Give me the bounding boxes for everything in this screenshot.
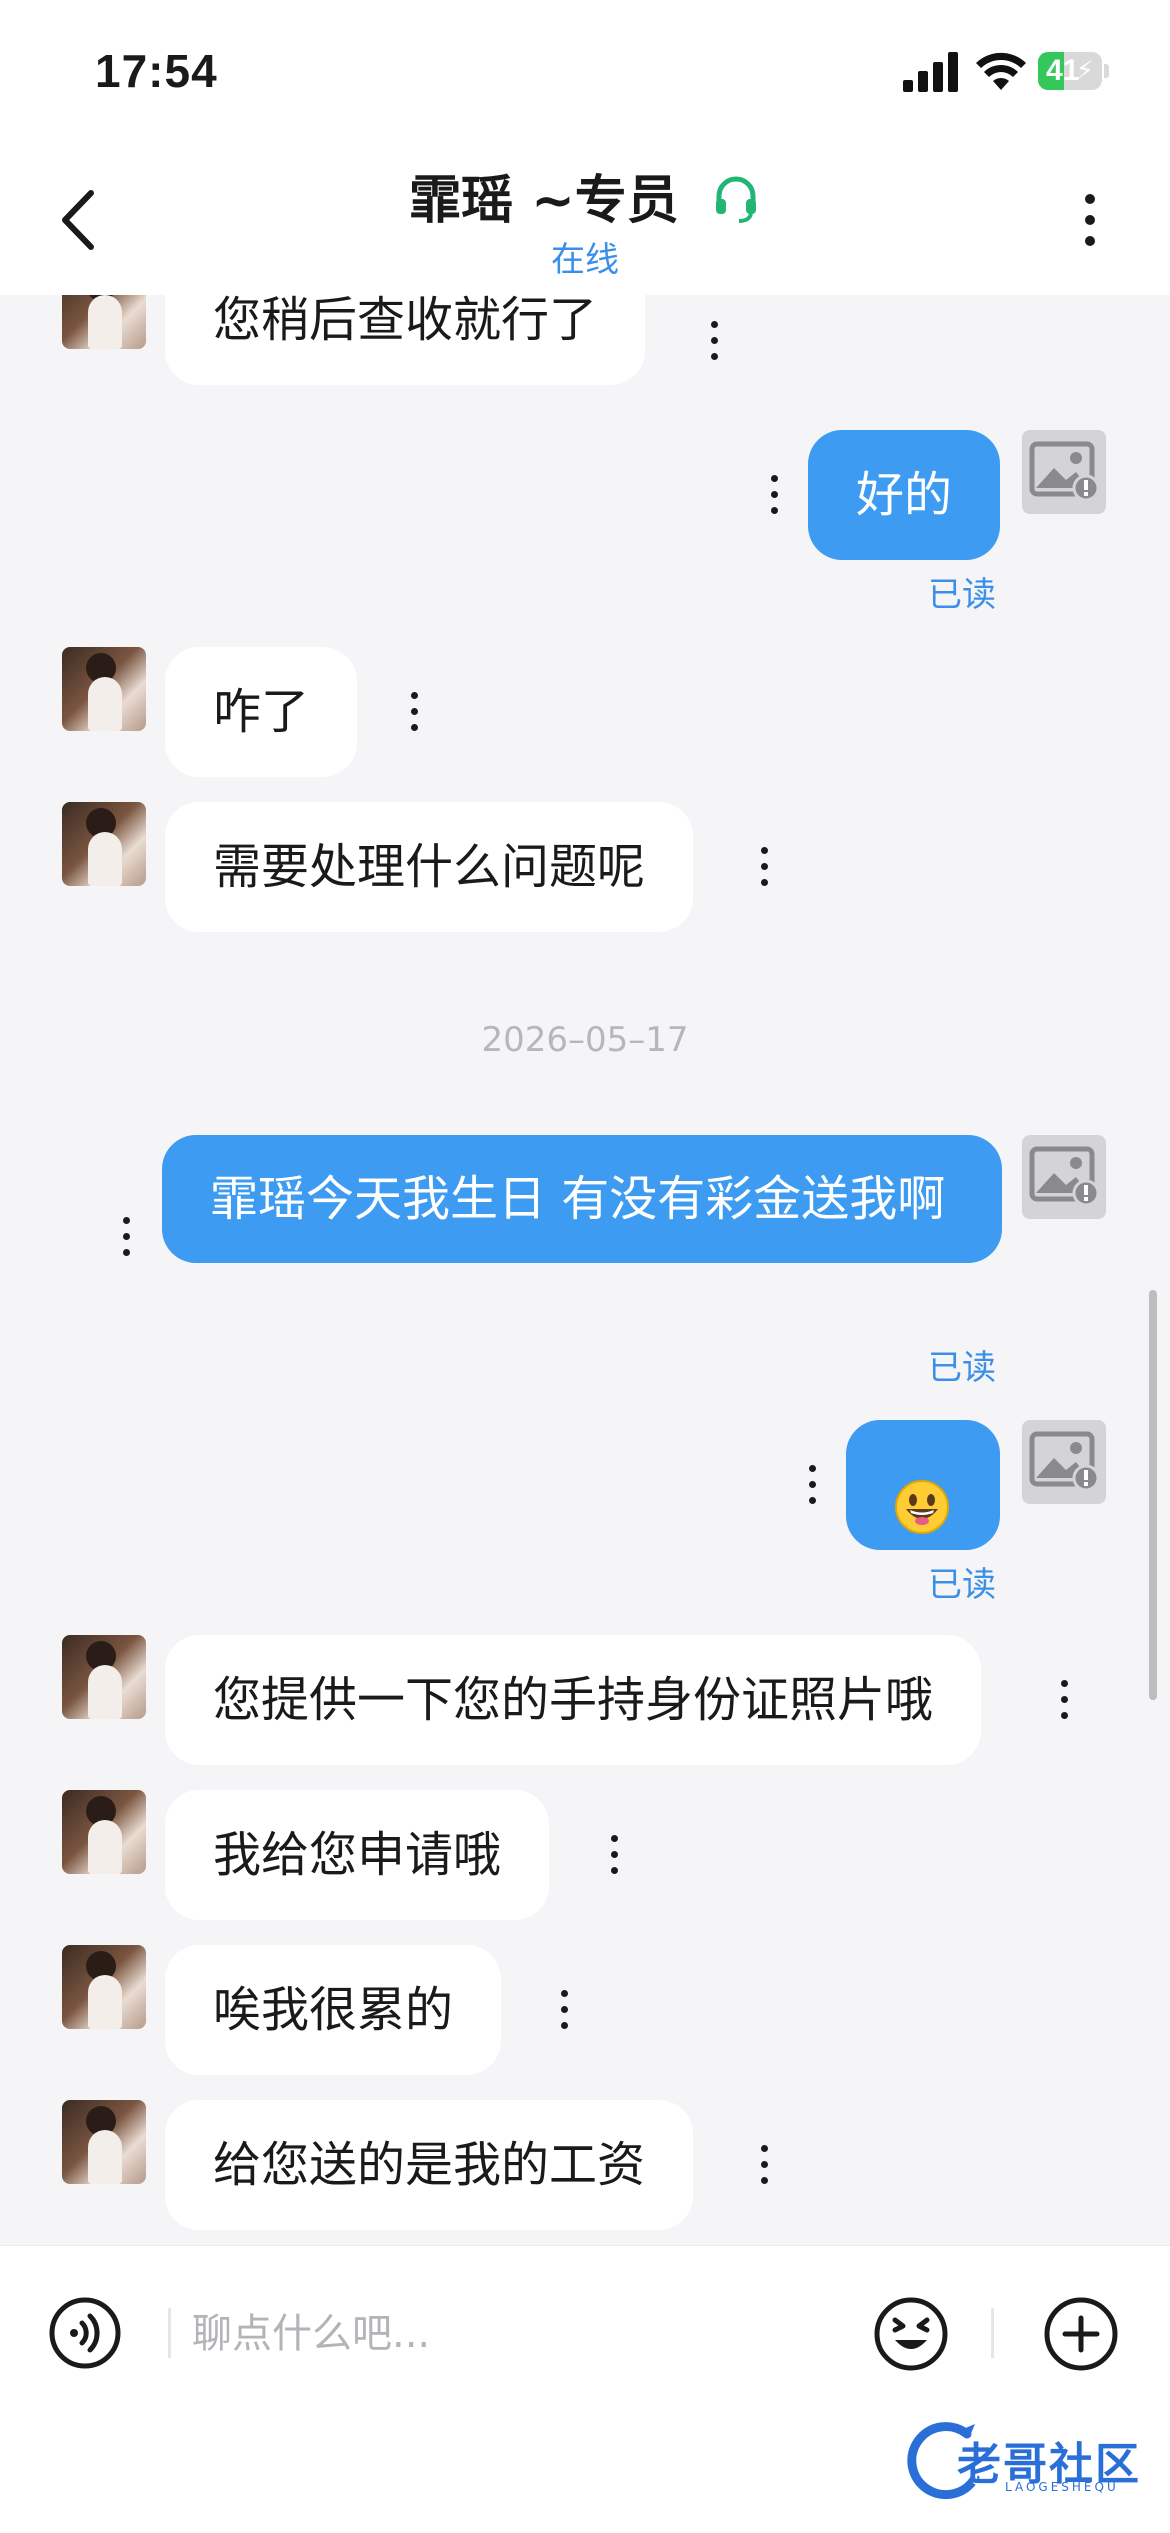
message-bubble-outgoing[interactable]: 霏瑶今天我生日 有没有彩金送我啊	[162, 1135, 1002, 1263]
message-more-icon[interactable]	[1058, 1678, 1070, 1722]
message-bubble-incoming[interactable]: 我给您申请哦	[165, 1790, 550, 1920]
message-bubble-outgoing[interactable]: 好的	[808, 430, 1001, 560]
scrollbar[interactable]	[1149, 1290, 1157, 1700]
message-bubble-incoming[interactable]: 给您送的是我的工资	[165, 2100, 694, 2230]
date-separator: 2026–05–17	[481, 1020, 689, 1060]
cellular-signal-icon	[903, 52, 958, 92]
message-more-icon[interactable]	[558, 1988, 570, 2032]
agent-avatar[interactable]	[62, 295, 146, 349]
message-bubble-incoming[interactable]: 需要处理什么问题呢	[165, 802, 694, 932]
user-avatar-placeholder-icon	[1022, 1420, 1106, 1504]
battery-cap	[1104, 64, 1109, 78]
charging-bolt-icon: ⚡	[1075, 56, 1094, 86]
agent-avatar[interactable]	[62, 647, 146, 731]
agent-avatar[interactable]	[62, 2100, 146, 2184]
agent-avatar[interactable]	[62, 1635, 146, 1719]
watermark-subtext: LAOGESHEQU	[1005, 2480, 1119, 2494]
chat-header: 霏瑶 ~专员 在线	[0, 140, 1170, 295]
message-input[interactable]	[190, 2286, 844, 2382]
chat-title: 霏瑶 ~专员	[0, 158, 1170, 233]
online-status: 在线	[551, 240, 619, 280]
message-more-icon[interactable]	[120, 1215, 132, 1259]
status-time: 17:54	[95, 45, 218, 97]
message-more-icon[interactable]	[608, 1833, 620, 1877]
wifi-icon	[976, 52, 1026, 90]
user-avatar-placeholder-icon	[1022, 430, 1106, 514]
message-more-icon[interactable]	[758, 845, 770, 889]
user-avatar-placeholder-icon	[1022, 1135, 1106, 1219]
read-receipt: 已读	[928, 1565, 996, 1605]
message-more-icon[interactable]	[758, 2143, 770, 2187]
agent-avatar[interactable]	[62, 1945, 146, 2029]
message-bubble-incoming[interactable]: 您稍后查收就行了	[165, 295, 646, 385]
message-bubble-outgoing-emoji[interactable]	[846, 1420, 1000, 1550]
message-more-icon[interactable]	[408, 690, 420, 734]
message-bubble-incoming[interactable]: 唉我很累的	[165, 1945, 502, 2075]
more-options-icon[interactable]	[1070, 185, 1110, 255]
read-receipt: 已读	[928, 1348, 996, 1388]
agent-avatar[interactable]	[62, 1790, 146, 1874]
grinning-face-emoji-icon	[895, 1479, 949, 1534]
battery-percent: 41	[1046, 54, 1080, 87]
headset-icon	[715, 176, 756, 223]
agent-avatar[interactable]	[62, 802, 146, 886]
message-bubble-incoming[interactable]: 咋了	[165, 647, 358, 777]
message-list[interactable]: 您稍后查收就行了 好的 已读 咋了 需要处理什么问题呢 2026–05–17 霏…	[0, 295, 1170, 2245]
voice-input-icon[interactable]	[48, 2296, 122, 2370]
divider	[991, 2308, 994, 2358]
message-more-icon[interactable]	[708, 319, 720, 363]
status-bar: 17:54 41 ⚡	[0, 0, 1170, 140]
message-more-icon[interactable]	[806, 1463, 818, 1507]
divider	[168, 2308, 171, 2358]
add-attachment-icon[interactable]	[1043, 2296, 1119, 2372]
contact-name: 霏瑶 ~专员	[409, 171, 679, 231]
read-receipt: 已读	[928, 575, 996, 615]
battery-icon: 41 ⚡	[1038, 52, 1102, 90]
message-bubble-incoming[interactable]: 您提供一下您的手持身份证照片哦	[165, 1635, 982, 1765]
message-more-icon[interactable]	[768, 473, 780, 517]
emoji-picker-icon[interactable]	[873, 2296, 949, 2372]
watermark: 老哥社区 LAOGESHEQU	[905, 2420, 1150, 2500]
